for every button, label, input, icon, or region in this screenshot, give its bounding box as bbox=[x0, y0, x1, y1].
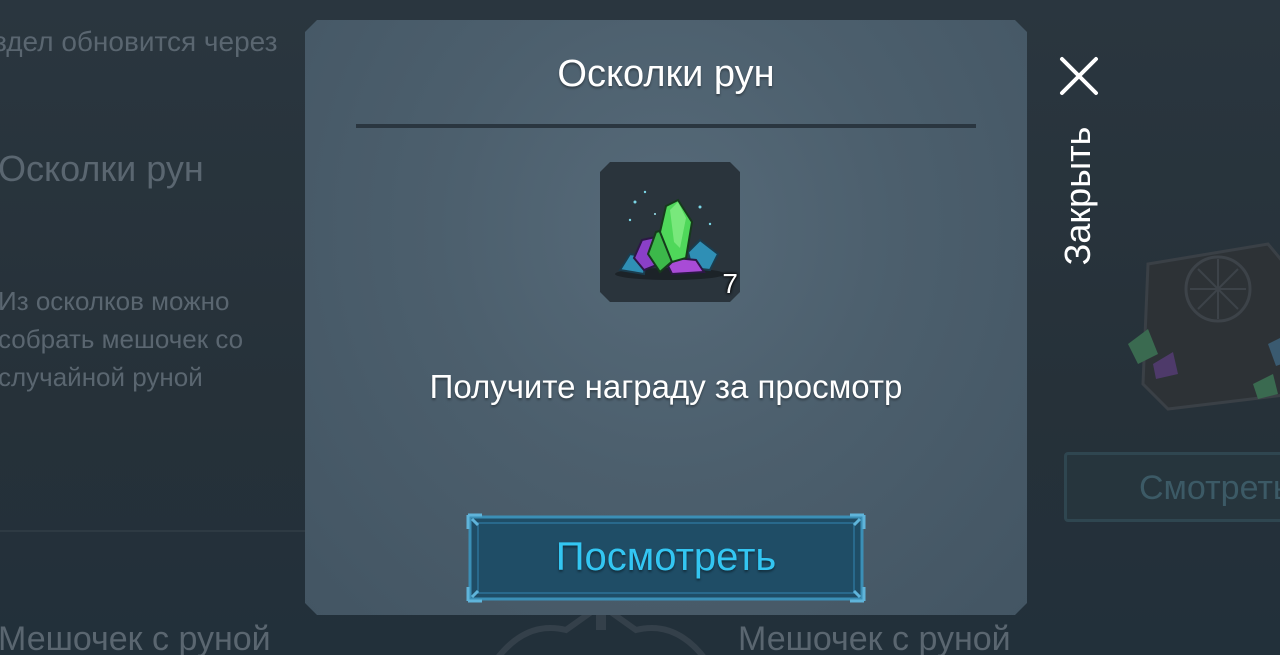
close-label[interactable]: Закрыть bbox=[1057, 127, 1099, 266]
dialog-message: Получите награду за просмотр bbox=[429, 368, 903, 405]
reward-item-slot: 7 bbox=[600, 162, 740, 302]
bg-refresh-timer-text: здел обновится через bbox=[0, 26, 278, 57]
close-icon[interactable] bbox=[1058, 55, 1100, 97]
reward-dialog: Осколки рун 7 Получите награду за просмо… bbox=[305, 20, 1027, 615]
bg-item-title-left: Мешочек с руной bbox=[0, 620, 271, 655]
bg-section-title: Осколки рун bbox=[0, 148, 204, 189]
watch-ad-button-label: Посмотреть bbox=[555, 535, 777, 579]
bg-watch-button-label: Смотреть bbox=[1139, 469, 1280, 507]
dialog-title: Осколки рун bbox=[557, 53, 775, 95]
bg-rune-chest-icon bbox=[1128, 242, 1280, 411]
dialog-divider bbox=[356, 124, 976, 128]
bg-watch-button: Смотреть bbox=[1064, 452, 1280, 522]
rune-shards-icon bbox=[600, 162, 740, 302]
bg-section-description: Из осколков можно собрать мешочек со слу… bbox=[0, 286, 244, 392]
bg-item-title-right: Мешочек с руной bbox=[738, 620, 1011, 655]
watch-ad-button[interactable]: Посмотреть bbox=[466, 513, 866, 603]
bg-divider bbox=[0, 530, 310, 532]
reward-count: 7 bbox=[722, 268, 738, 299]
